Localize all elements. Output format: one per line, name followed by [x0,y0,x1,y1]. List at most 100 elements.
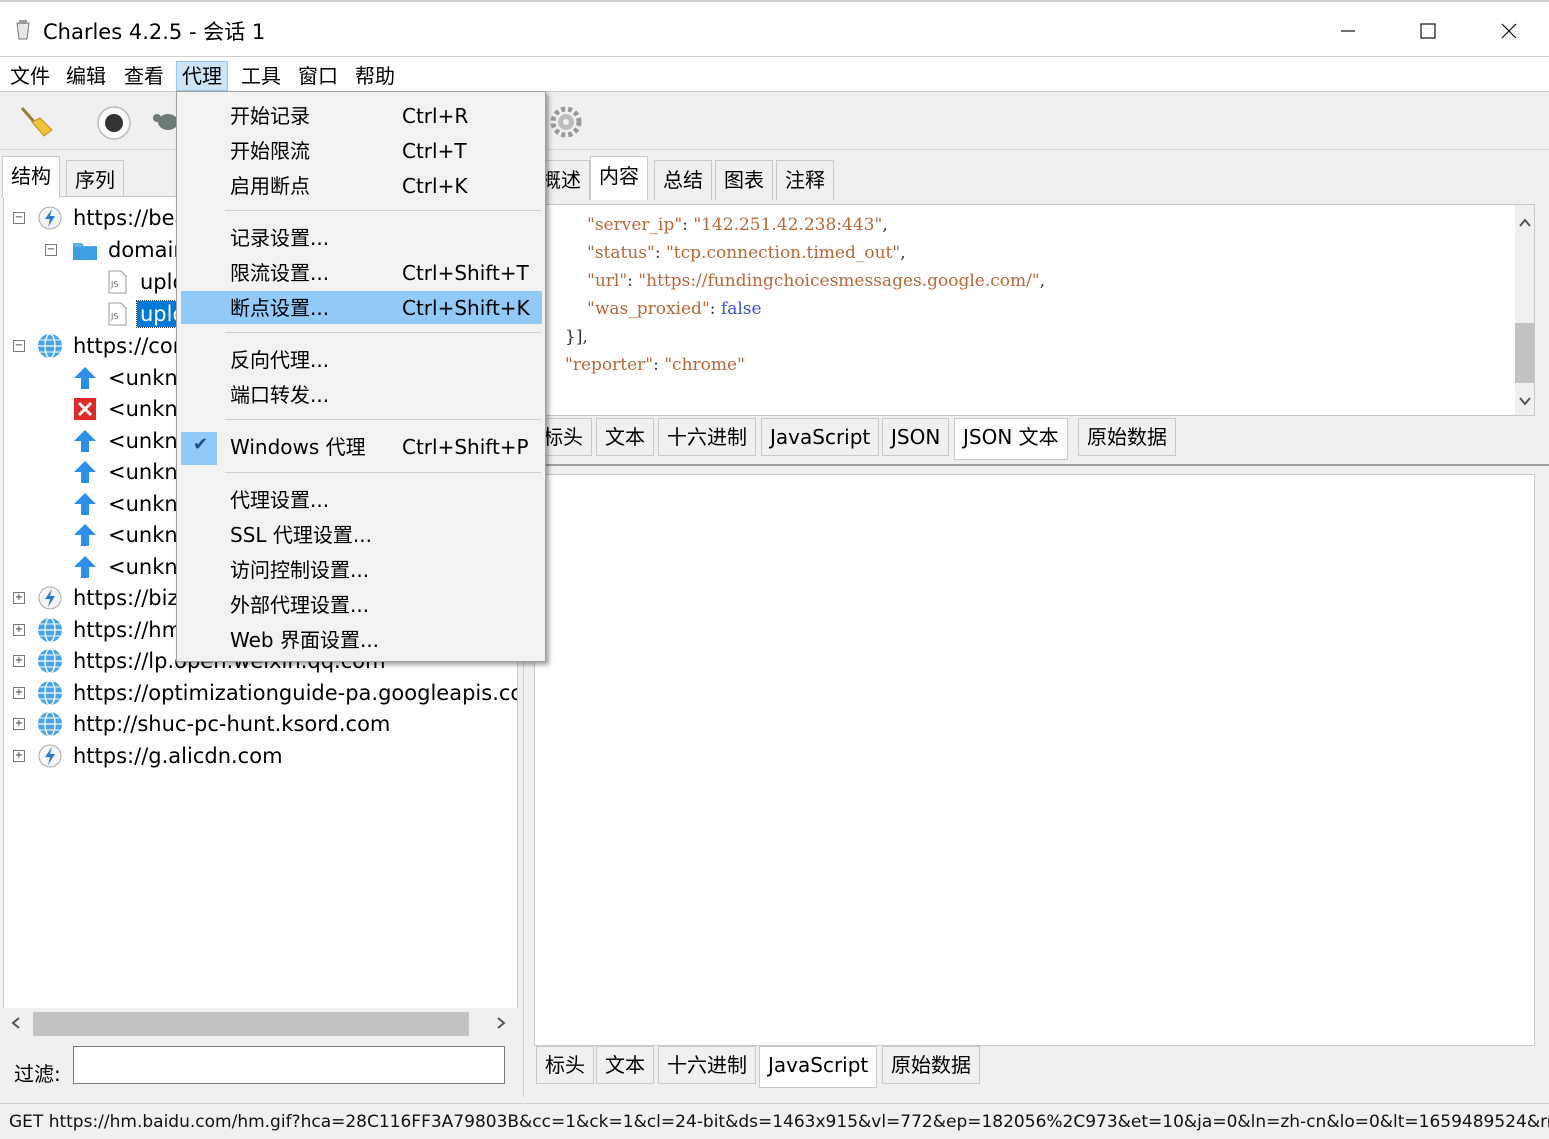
tree-row-label: https://g.alicdn.com [73,744,283,768]
scroll-left-icon[interactable] [9,1015,23,1031]
code-line-server-ip: "server_ip": "142.251.42.238:443", [587,215,888,235]
lightning-icon [38,206,62,230]
menu-help[interactable]: 帮助 [350,61,400,91]
response-body[interactable] [534,474,1535,1046]
tab-chart[interactable]: 图表 [715,160,773,200]
menu-item-label: 启用断点 [230,174,310,198]
menu-separator [225,332,541,333]
tab-notes[interactable]: 注释 [776,160,834,200]
error-x-icon [74,398,96,420]
globe-icon [38,680,62,706]
menu-item-shortcut: Ctrl+T [402,139,467,163]
tab-contents[interactable]: 内容 [590,156,648,200]
menu-item-access-control-settings[interactable]: 访问控制设置... [181,553,542,586]
expand-toggle-icon[interactable]: + [13,624,25,636]
menu-bar: 文件 编辑 查看 代理 工具 窗口 帮助 [0,56,1549,92]
code-line-close: }], [565,327,588,347]
menu-proxy[interactable]: 代理 [176,61,228,91]
menu-item-reverse-proxies[interactable]: 反向代理... [181,343,542,376]
record-icon[interactable] [95,104,133,142]
collapse-toggle-icon[interactable]: − [13,340,25,352]
menu-item-label: 开始限流 [230,139,310,163]
menu-view[interactable]: 查看 [119,61,169,91]
scroll-right-icon[interactable] [494,1015,508,1031]
menu-item-external-proxy-settings[interactable]: 外部代理设置... [181,588,542,621]
scroll-up-icon[interactable] [1518,217,1532,229]
proxy-menu: 开始记录 Ctrl+R 开始限流 Ctrl+T 启用断点 Ctrl+K 记录设置... 限流设… [176,91,546,662]
req-tab-headers[interactable]: 标头 [538,418,592,456]
res-tab-raw[interactable]: 原始数据 [882,1046,980,1084]
menu-item-breakpoint-settings[interactable]: 断点设置... Ctrl+Shift+K [181,291,542,324]
menu-item-start-throttling[interactable]: 开始限流 Ctrl+T [181,134,542,167]
close-icon [1501,23,1517,39]
res-tab-text[interactable]: 文本 [596,1046,654,1084]
expand-toggle-icon[interactable]: + [13,655,25,667]
req-tab-raw[interactable]: 原始数据 [1078,418,1176,456]
collapse-toggle-icon[interactable]: − [13,212,25,224]
minimize-button[interactable] [1333,16,1363,46]
menu-item-enable-breakpoints[interactable]: 启用断点 Ctrl+K [181,169,542,202]
menu-item-label: 开始记录 [230,104,310,128]
broom-icon[interactable] [18,104,54,140]
tab-summary[interactable]: 总结 [654,160,712,200]
expand-toggle-icon[interactable]: + [13,750,25,762]
tree-row[interactable]: + http://shuc-pc-hunt.ksord.com [4,709,517,740]
menu-item-label: 记录设置... [230,226,330,250]
scroll-down-icon[interactable] [1518,395,1532,407]
expand-toggle-icon[interactable]: + [13,718,25,730]
req-tab-javascript[interactable]: JavaScript [761,418,880,456]
horizontal-scroll-thumb[interactable] [33,1012,469,1036]
tab-sequence[interactable]: 序列 [66,160,124,200]
vertical-scroll-thumb[interactable] [1515,323,1534,383]
expand-toggle-icon[interactable]: + [13,687,25,699]
menu-file[interactable]: 文件 [5,61,55,91]
req-tab-json-text[interactable]: JSON 文本 [954,418,1068,460]
gear-icon[interactable] [548,104,584,140]
collapse-toggle-icon[interactable]: − [45,244,57,256]
menu-item-proxy-settings[interactable]: 代理设置... [181,483,542,516]
menu-window[interactable]: 窗口 [293,61,343,91]
vertical-scrollbar[interactable] [1515,205,1534,415]
request-json-text[interactable]: "server_ip": "142.251.42.238:443", "stat… [538,204,1535,416]
menu-item-start-recording[interactable]: 开始记录 Ctrl+R [181,99,542,132]
tree-row-label: http://shuc-pc-hunt.ksord.com [73,712,391,736]
menu-item-port-forwarding[interactable]: 端口转发... [181,378,542,411]
pane-splitter[interactable] [528,464,1549,470]
menu-item-web-interface-settings[interactable]: Web 界面设置... [181,623,542,656]
menu-item-throttle-settings[interactable]: 限流设置... Ctrl+Shift+T [181,256,542,289]
menu-separator [225,419,541,420]
menu-item-label: 外部代理设置... [230,593,370,617]
maximize-button[interactable] [1413,16,1443,46]
menu-item-shortcut: Ctrl+K [402,174,468,198]
menu-item-ssl-proxying-settings[interactable]: SSL 代理设置... [181,518,542,551]
res-tab-headers[interactable]: 标头 [536,1046,594,1084]
menu-item-recording-settings[interactable]: 记录设置... [181,221,542,254]
upload-arrow-icon [74,493,96,515]
res-tab-javascript[interactable]: JavaScript [759,1046,878,1088]
horizontal-scrollbar[interactable] [3,1008,518,1038]
detail-pane: 概述 内容 总结 图表 注释 "server_ip": "142.251.42.… [528,152,1549,1097]
close-button[interactable] [1494,16,1524,46]
turtle-icon[interactable] [152,106,178,136]
folder-icon [73,243,97,260]
window-title: Charles 4.2.5 - 会话 1 [43,20,266,44]
menu-item-label: 反向代理... [230,348,330,372]
tab-structure[interactable]: 结构 [2,156,60,198]
menu-item-windows-proxy[interactable]: ✔ Windows 代理 Ctrl+Shift+P [181,430,542,463]
req-tab-json[interactable]: JSON [882,418,950,456]
js-file-icon: JS [108,302,127,326]
status-bar: GET https://hm.baidu.com/hm.gif?hca=28C1… [0,1103,1549,1139]
expand-toggle-icon[interactable]: + [13,592,25,604]
tree-row[interactable]: + https://optimizationguide-pa.googleapis… [4,678,517,709]
req-tab-hex[interactable]: 十六进制 [658,418,756,456]
menu-item-label: Web 界面设置... [230,628,380,652]
tree-row-label: https://biz [73,586,179,610]
menu-item-shortcut: Ctrl+R [402,104,469,128]
menu-edit[interactable]: 编辑 [61,61,111,91]
tree-row[interactable]: + https://g.alicdn.com [4,741,517,772]
res-tab-hex[interactable]: 十六进制 [658,1046,756,1084]
req-tab-text[interactable]: 文本 [596,418,654,456]
filter-input[interactable] [73,1046,505,1084]
menu-tools[interactable]: 工具 [236,61,286,91]
svg-text:JS: JS [110,280,118,289]
